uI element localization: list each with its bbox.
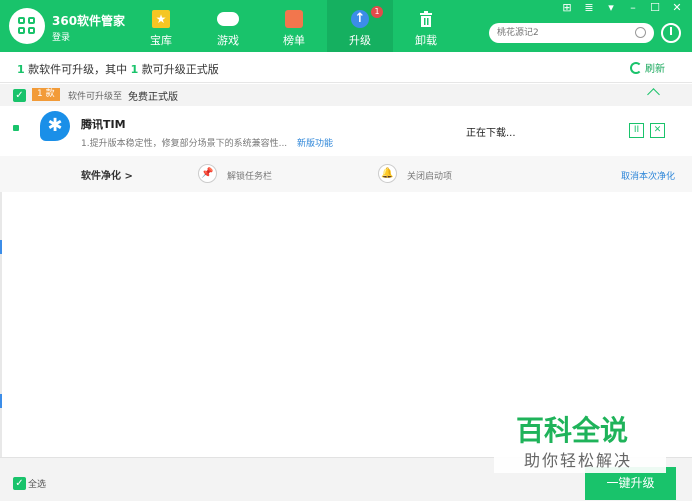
nav-tab-label: 游戏 <box>217 34 239 47</box>
select-all-checkbox[interactable]: ✓ <box>13 477 26 490</box>
download-status: 正在下载... <box>466 128 516 139</box>
chevron-right-icon: > <box>124 171 133 182</box>
app-logo <box>9 8 45 44</box>
trash-icon <box>417 10 435 28</box>
clean-title[interactable]: 软件净化 > <box>81 167 133 182</box>
nav-tab-label: 卸载 <box>415 34 437 47</box>
nav-tab-uninstall[interactable]: 卸载 <box>393 0 459 52</box>
software-clean-row: 软件净化 > 📌 解锁任务栏 🔔 关闭启动项 取消本次净化 <box>0 156 692 192</box>
app-brand: 360软件管家 <box>52 14 126 28</box>
star-icon: ★ <box>152 10 170 28</box>
ranking-icon <box>285 10 303 28</box>
history-clock-icon[interactable] <box>661 23 681 43</box>
dropdown-icon[interactable]: ▾ <box>601 1 621 14</box>
group-type: 免费正式版 <box>128 92 178 103</box>
group-header: ✓ 1 款 软件可升级至 免费正式版 <box>0 84 692 106</box>
nav-tab-upgrade[interactable]: ↑ 1 升级 <box>327 0 393 52</box>
nav-tab-label: 宝库 <box>150 34 172 47</box>
left-edge-bar <box>0 192 2 457</box>
group-count-badge: 1 款 <box>32 88 60 101</box>
upgrade-count-badge: 1 <box>371 6 383 18</box>
new-features-link[interactable]: 新版功能 <box>297 136 333 149</box>
summary-text-part: 款软件可升级，其中 <box>24 63 131 76</box>
watermark-title: 百科全说 <box>516 414 629 447</box>
nav-tab-label: 榜单 <box>283 34 305 47</box>
search-box[interactable] <box>489 23 654 43</box>
nav-tab-games[interactable]: 游戏 <box>195 0 261 52</box>
cancel-download-button[interactable]: ✕ <box>650 123 665 138</box>
minimize-button[interactable]: – <box>623 1 643 14</box>
watermark: 百科全说 助你轻松解决 <box>494 405 666 473</box>
tim-app-icon: ✱ <box>40 111 70 141</box>
cancel-clean-link[interactable]: 取消本次净化 <box>621 169 675 182</box>
refresh-icon <box>630 62 642 74</box>
gamepad-icon <box>217 12 239 26</box>
upgrade-summary-bar: 1 款软件可升级，其中 1 款可升级正式版 刷新 <box>0 52 692 83</box>
disable-startup-label: 关闭启动项 <box>407 172 453 182</box>
app-description: 1.提升版本稳定性，修复部分场景下的系统兼容性... <box>81 139 288 149</box>
bell-icon: 🔔 <box>378 164 397 183</box>
summary-text-part: 款可升级正式版 <box>138 63 219 76</box>
menu-icon[interactable]: ≣ <box>579 1 599 14</box>
watermark-subtitle: 助你轻松解决 <box>524 451 633 470</box>
search-icon[interactable] <box>635 27 646 38</box>
search-input[interactable] <box>497 26 627 40</box>
upgradable-count: 1 <box>17 63 25 76</box>
refresh-button[interactable]: 刷新 <box>630 60 665 75</box>
left-edge-marker <box>0 240 2 254</box>
unlock-taskbar-label: 解锁任务栏 <box>227 172 273 182</box>
row-indicator-icon <box>13 125 19 131</box>
skin-icon[interactable]: ⊞ <box>557 1 577 14</box>
app-list-item: ✱ 腾讯TIM 1.提升版本稳定性，修复部分场景下的系统兼容性... 新版功能 … <box>0 106 692 156</box>
left-edge-marker <box>0 394 2 408</box>
pause-button[interactable]: II <box>629 123 644 138</box>
group-checkbox[interactable]: ✓ <box>13 89 26 102</box>
select-all-label[interactable]: 全选 <box>28 477 46 490</box>
nav-tab-label: 升级 <box>349 34 371 47</box>
pin-icon: 📌 <box>198 164 217 183</box>
close-button[interactable]: ✕ <box>667 1 687 14</box>
app-name: 腾讯TIM <box>81 118 126 131</box>
nav-tab-treasury[interactable]: ★ 宝库 <box>128 0 194 52</box>
logo-grid-icon <box>18 17 36 35</box>
clean-title-label: 软件净化 <box>81 171 121 182</box>
maximize-button[interactable]: ☐ <box>645 1 665 14</box>
group-note: 软件可升级至 <box>68 92 123 102</box>
nav-tab-rankings[interactable]: 榜单 <box>261 0 327 52</box>
login-link[interactable]: 登录 <box>52 30 70 43</box>
top-bar: 360软件管家 登录 ★ 宝库 游戏 榜单 ↑ 1 升级 卸载 ⊞ ≣ ▾ – … <box>0 0 692 52</box>
chevron-up-icon[interactable] <box>647 88 660 101</box>
upgrade-arrow-icon: ↑ <box>351 10 369 28</box>
refresh-label: 刷新 <box>645 64 665 75</box>
upgrade-summary-text: 1 款软件可升级，其中 1 款可升级正式版 <box>17 61 219 77</box>
